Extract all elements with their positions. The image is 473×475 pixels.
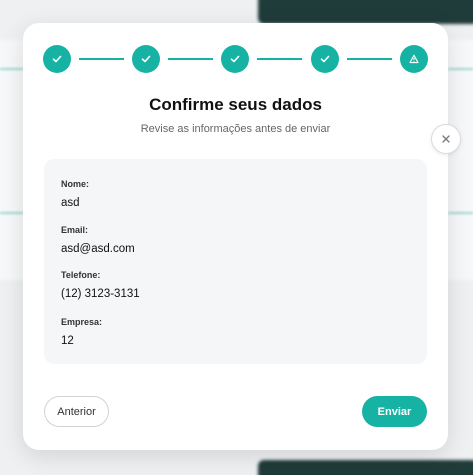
previous-button[interactable]: Anterior <box>44 396 109 427</box>
background-divider <box>0 212 24 214</box>
confirm-dialog: Confirme seus dados Revise as informaçõe… <box>23 23 448 450</box>
field-label: Email: <box>61 225 89 235</box>
step-connector <box>168 58 213 60</box>
field-value: (12) 3123-3131 <box>61 288 140 300</box>
background-footer-card <box>258 460 473 475</box>
step-4 <box>311 45 339 73</box>
warning-icon <box>409 54 419 64</box>
field-value: 12 <box>61 335 74 347</box>
send-button[interactable]: Enviar <box>362 396 427 427</box>
field-phone: Telefone: (12) 3123-3131 <box>61 270 140 300</box>
field-label: Nome: <box>61 179 90 189</box>
close-button[interactable] <box>431 124 461 154</box>
background-divider <box>0 68 24 70</box>
step-2 <box>132 45 160 73</box>
field-email: Email: asd@asd.com <box>61 225 135 255</box>
check-icon <box>320 55 330 63</box>
field-label: Empresa: <box>61 317 103 327</box>
dialog-title: Confirme seus dados <box>149 95 322 114</box>
background-divider <box>448 68 473 70</box>
field-value: asd@asd.com <box>61 243 135 255</box>
step-connector <box>257 58 302 60</box>
background-divider <box>448 212 473 214</box>
step-1 <box>43 45 71 73</box>
progress-stepper <box>43 45 428 73</box>
check-icon <box>230 55 240 63</box>
step-connector <box>79 58 124 60</box>
step-5 <box>400 45 428 73</box>
check-icon <box>141 55 151 63</box>
step-3 <box>221 45 249 73</box>
field-value: asd <box>61 197 80 209</box>
field-company: Empresa: 12 <box>61 317 102 347</box>
background-banner <box>258 0 473 24</box>
field-label: Telefone: <box>61 270 101 280</box>
field-name: Nome: asd <box>61 179 89 209</box>
background-right-panel <box>447 40 473 280</box>
summary-card: Nome: asd Email: asd@asd.com Telefone: (… <box>44 159 427 364</box>
close-icon <box>442 135 450 143</box>
check-icon <box>52 55 62 63</box>
step-connector <box>347 58 392 60</box>
dialog-subtitle: Revise as informações antes de enviar <box>140 123 331 135</box>
